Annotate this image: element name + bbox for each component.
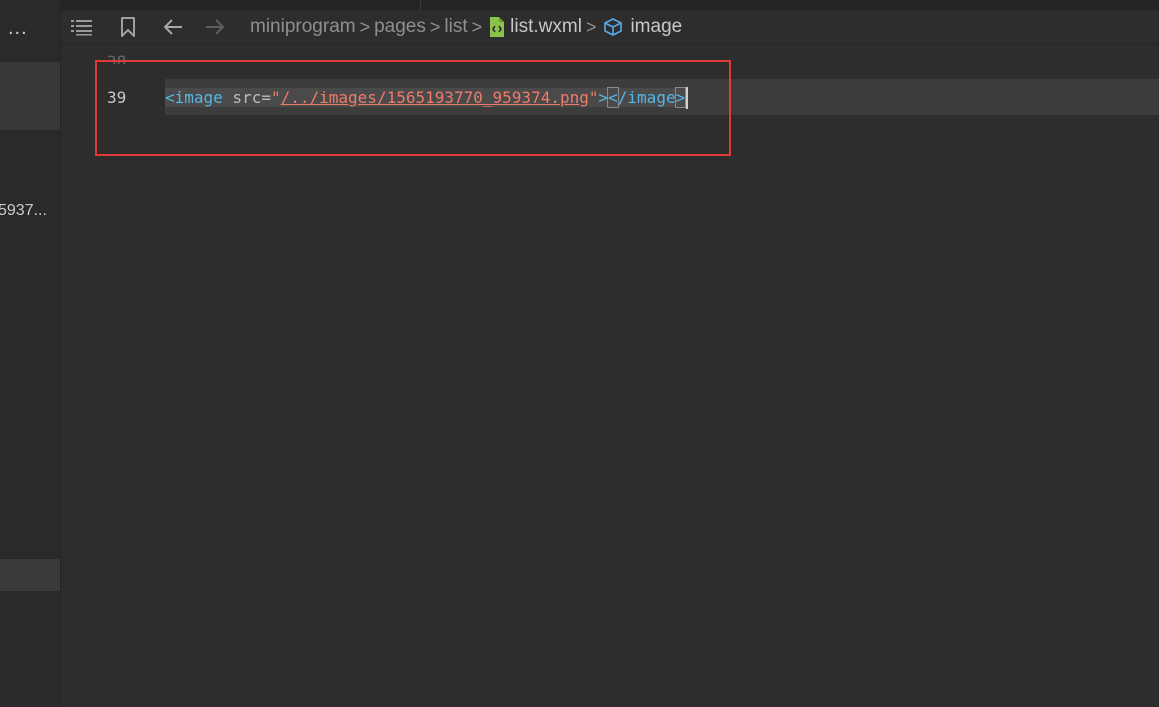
bookmark-icon[interactable] <box>115 15 141 39</box>
explorer-sidebar: ... 5937... <box>0 0 61 707</box>
breadcrumb-item-pages[interactable]: pages <box>374 16 426 38</box>
editor-toolbar: miniprogram > pages > list > list.wxml >… <box>61 10 1159 45</box>
annotation-highlight-box <box>95 60 731 156</box>
cube-symbol-icon <box>602 17 624 37</box>
chevron-right-icon: > <box>585 16 597 37</box>
list-icon[interactable] <box>69 15 95 39</box>
wxml-file-icon <box>488 16 506 38</box>
sidebar-item-truncated[interactable]: 5937... <box>0 202 47 220</box>
chevron-right-icon: > <box>359 16 371 37</box>
tab-strip <box>61 0 1159 10</box>
breadcrumb-item-miniprogram[interactable]: miniprogram <box>250 16 356 38</box>
breadcrumb: miniprogram > pages > list > list.wxml >… <box>250 10 682 44</box>
back-arrow-icon[interactable] <box>160 15 186 39</box>
breadcrumb-item-symbol[interactable]: image <box>630 16 682 38</box>
breadcrumb-item-list[interactable]: list <box>444 16 467 38</box>
tab-divider <box>420 0 421 10</box>
sidebar-row-selected[interactable] <box>0 62 60 130</box>
forward-arrow-icon[interactable] <box>202 15 228 39</box>
breadcrumb-item-file[interactable]: list.wxml <box>510 16 582 38</box>
chevron-right-icon: > <box>429 16 441 37</box>
sidebar-row-hover[interactable] <box>0 559 60 591</box>
more-actions-button[interactable]: ... <box>8 18 28 38</box>
chevron-right-icon: > <box>471 16 483 37</box>
